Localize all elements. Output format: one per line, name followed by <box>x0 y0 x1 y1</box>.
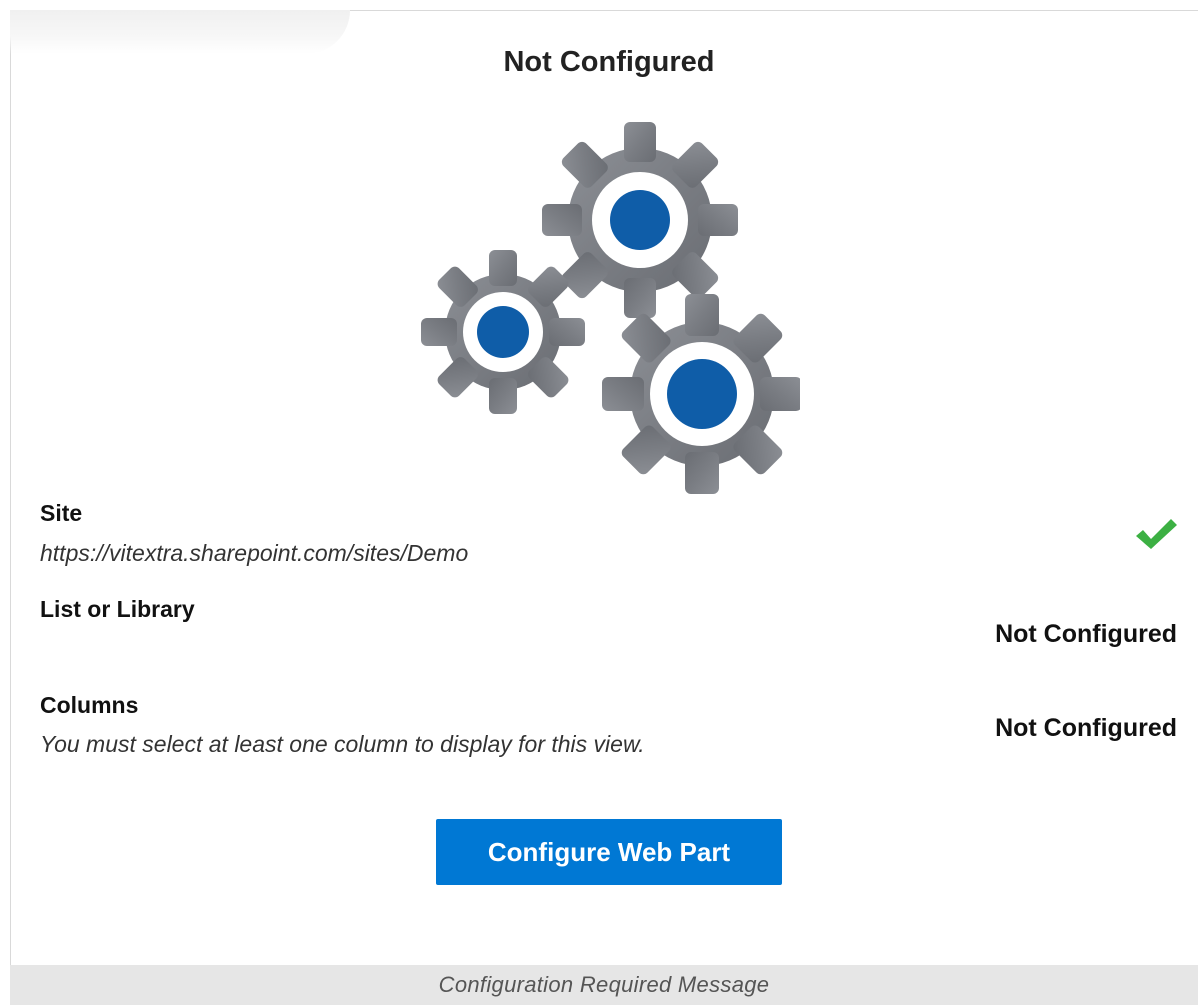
page: Not Configured Site https://vitextra.sha… <box>0 0 1198 1005</box>
columns-status: Not Configured <box>995 714 1177 742</box>
gears-icon <box>421 122 800 494</box>
site-url: https://vitextra.sharepoint.com/sites/De… <box>40 540 469 566</box>
caption-bar: Configuration Required Message <box>10 965 1198 1005</box>
gear-right-icon <box>602 294 800 494</box>
check-icon <box>1136 519 1177 549</box>
gear-left-icon <box>421 250 585 414</box>
caption-text: Configuration Required Message <box>438 972 770 997</box>
columns-label: Columns <box>40 692 139 718</box>
configure-web-part-button[interactable]: Configure Web Part <box>436 819 782 885</box>
gear-top-icon <box>542 122 738 318</box>
page-title: Not Configured <box>503 46 715 78</box>
list-library-status: Not Configured <box>995 620 1177 648</box>
columns-hint: You must select at least one column to d… <box>40 731 645 757</box>
site-label: Site <box>40 500 83 526</box>
list-library-label: List or Library <box>40 596 195 622</box>
